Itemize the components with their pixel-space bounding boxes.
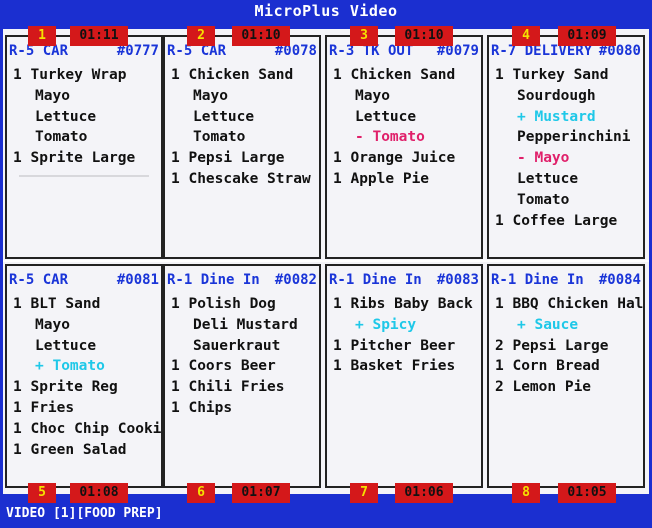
ticket-timer: 01:08 — [70, 483, 128, 503]
ticket-lines: 1 Ribs Baby Back + Spicy 1 Pitcher Beer 1 B… — [333, 294, 481, 377]
ticket-number: #0084 — [598, 272, 641, 288]
item-modifier: Sourdough — [517, 87, 596, 104]
order-ticket[interactable]: R-5 CAR #0078 1 Chicken Sand Mayo Lettuce Tom… — [163, 35, 321, 259]
order-item: 1 Ribs Baby Back — [333, 296, 473, 312]
ticket-header: R-1 Dine In #0083 — [329, 272, 479, 290]
order-item: 2 Pepsi Large — [495, 337, 609, 354]
kds-screen: MicroPlus Video R-5 CAR #0777 1 Turkey Wra… — [0, 0, 652, 528]
ticket-station: R-1 Dine In — [167, 272, 260, 288]
order-ticket[interactable]: R-1 Dine In #0084 1 BBQ Chicken Hal + Sauce… — [487, 264, 645, 488]
order-item: 1 Corn Bread — [495, 358, 600, 375]
ticket-number: #0082 — [274, 272, 317, 288]
ticket-position-tab: 8 — [512, 483, 540, 503]
order-item: 1 Orange Juice — [333, 150, 456, 167]
item-modifier: Lettuce — [355, 108, 417, 125]
order-item: 1 Polish Dog — [171, 296, 276, 312]
ticket-timer: 01:07 — [232, 483, 290, 503]
item-modifier: Deli Mustard — [193, 316, 298, 333]
order-item: 1 Apple Pie — [333, 170, 430, 187]
ticket-number: #0081 — [116, 272, 159, 288]
order-item: 1 Pitcher Beer — [333, 337, 456, 354]
ticket-timer: 01:10 — [232, 26, 290, 46]
item-modifier-remove: - Mayo — [517, 150, 570, 167]
order-item: 1 Chips — [171, 399, 233, 416]
item-modifier: Tomato — [35, 129, 88, 146]
ticket-position-tab: 6 — [187, 483, 215, 503]
ticket-lines: 1 Turkey Sand Sourdough + Mustard Pepperinc… — [495, 65, 643, 231]
ticket-lines: 1 Chicken Sand Mayo Lettuce Tomato 1 Pepsi L… — [171, 65, 319, 190]
order-item: 1 BBQ Chicken Hal — [495, 296, 644, 312]
order-ticket[interactable]: R-1 Dine In #0082 1 Polish Dog Deli Mustard… — [163, 264, 321, 488]
order-ticket[interactable]: R-5 CAR #0777 1 Turkey Wrap Mayo Lettuce Toma… — [5, 35, 163, 259]
grid-row-divider — [3, 260, 649, 262]
item-modifier: Sauerkraut — [193, 337, 281, 354]
item-modifier: Mayo — [355, 87, 390, 104]
item-modifier: Tomato — [517, 191, 570, 208]
order-ticket[interactable]: R-3 TK OUT #0079 1 Chicken Sand Mayo Lettuce… — [325, 35, 483, 259]
ticket-station: R-1 Dine In — [491, 272, 584, 288]
order-ticket[interactable]: R-7 DELIVERY #0080 1 Turkey Sand Sourdough +… — [487, 35, 645, 259]
order-item: 1 Sprite Reg — [13, 379, 118, 396]
item-modifier: Pepperinchini — [517, 129, 631, 146]
ticket-position-tab: 4 — [512, 26, 540, 46]
window-title: MicroPlus Video — [254, 2, 398, 20]
order-item: 1 Turkey Sand — [495, 67, 609, 83]
item-modifier: Mayo — [35, 316, 70, 333]
item-modifier: Lettuce — [35, 108, 97, 125]
item-modifier: Mayo — [193, 87, 228, 104]
ticket-timer: 01:09 — [558, 26, 616, 46]
order-item: 1 Fries — [13, 399, 75, 416]
status-bar: VIDEO [1][FOOD PREP] — [6, 506, 163, 521]
order-ticket[interactable]: R-5 CAR #0081 1 BLT Sand Mayo Lettuce + Tomat… — [5, 264, 163, 488]
ticket-lines: 1 Chicken Sand Mayo Lettuce - Tomato 1 Orang… — [333, 65, 481, 190]
ticket-timer: 01:05 — [558, 483, 616, 503]
order-ticket[interactable]: R-1 Dine In #0083 1 Ribs Baby Back + Spicy 1… — [325, 264, 483, 488]
ticket-position-tab: 2 — [187, 26, 215, 46]
ticket-header: R-1 Dine In #0084 — [491, 272, 641, 290]
item-modifier-add: + Tomato — [35, 358, 105, 375]
order-item: 1 Basket Fries — [333, 358, 456, 375]
order-item: 1 BLT Sand — [13, 296, 101, 312]
item-modifier-add: + Spicy — [355, 316, 417, 333]
ticket-lines: 1 Polish Dog Deli Mustard Sauerkraut 1 Coor… — [171, 294, 319, 419]
ticket-lines: 1 BBQ Chicken Hal + Sauce 2 Pepsi Large 1 C… — [495, 294, 643, 398]
ticket-station: R-1 Dine In — [329, 272, 422, 288]
item-modifier: Mayo — [35, 87, 70, 104]
ticket-header: R-5 CAR #0081 — [9, 272, 159, 290]
order-item: 1 Pepsi Large — [171, 150, 285, 167]
item-modifier-add: + Mustard — [517, 108, 596, 125]
ticket-grid: R-5 CAR #0777 1 Turkey Wrap Mayo Lettuce Toma… — [3, 29, 649, 494]
order-item: 1 Green Salad — [13, 441, 127, 458]
order-item: 1 Chescake Straw — [171, 170, 311, 187]
item-modifier: Tomato — [193, 129, 246, 146]
item-modifier-remove: - Tomato — [355, 129, 425, 146]
ticket-timer: 01:10 — [395, 26, 453, 46]
ticket-timer: 01:11 — [70, 26, 128, 46]
ticket-lines: 1 Turkey Wrap Mayo Lettuce Tomato 1 Sprite L… — [13, 65, 161, 177]
item-modifier: Lettuce — [517, 170, 579, 187]
order-item: 1 Chicken Sand — [171, 67, 294, 83]
ticket-header: R-1 Dine In #0082 — [167, 272, 317, 290]
item-modifier: Lettuce — [193, 108, 255, 125]
order-item: 1 Coffee Large — [495, 212, 618, 229]
ticket-station: R-5 CAR — [9, 272, 69, 288]
order-item: 1 Choc Chip Cooki — [13, 420, 162, 437]
ticket-number: #0083 — [436, 272, 479, 288]
order-item: 2 Lemon Pie — [495, 379, 592, 396]
ticket-position-tab: 1 — [28, 26, 56, 46]
order-item: 1 Sprite Large — [13, 150, 136, 167]
ticket-position-tab: 7 — [350, 483, 378, 503]
ticket-separator — [19, 174, 149, 177]
ticket-position-tab: 5 — [28, 483, 56, 503]
item-modifier: Lettuce — [35, 337, 97, 354]
item-modifier-add: + Sauce — [517, 316, 579, 333]
ticket-timer: 01:06 — [395, 483, 453, 503]
order-item: 1 Turkey Wrap — [13, 67, 127, 83]
ticket-lines: 1 BLT Sand Mayo Lettuce + Tomato 1 Sprite Re… — [13, 294, 161, 460]
order-item: 1 Chili Fries — [171, 379, 285, 396]
order-item: 1 Chicken Sand — [333, 67, 456, 83]
order-item: 1 Coors Beer — [171, 358, 276, 375]
ticket-position-tab: 3 — [350, 26, 378, 46]
